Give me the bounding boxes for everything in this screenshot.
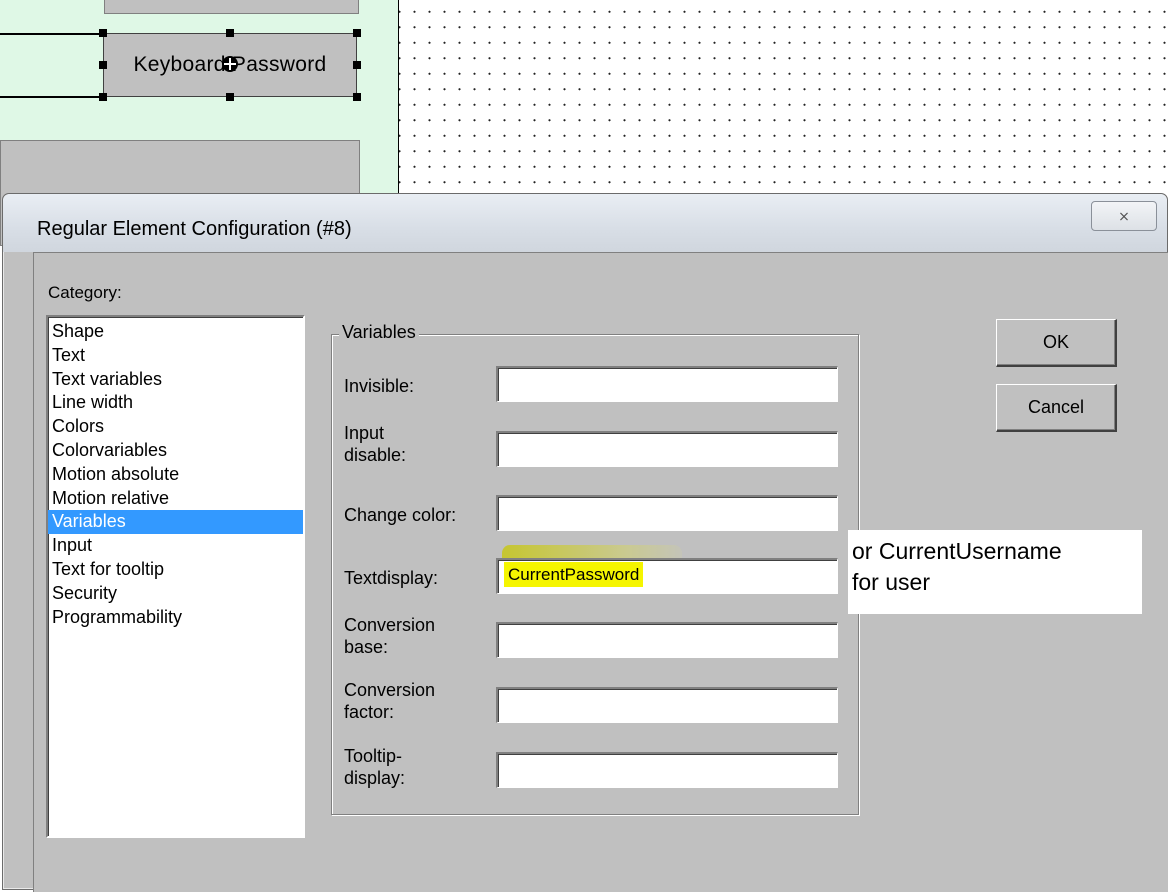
annotation-line2: for user	[852, 569, 930, 595]
input-disable-input[interactable]	[496, 431, 838, 467]
input-disable-label-line2: disable:	[344, 445, 407, 465]
move-cursor-icon	[222, 56, 238, 72]
conversion-base-input[interactable]	[496, 622, 838, 658]
resize-handle-nw[interactable]	[99, 29, 107, 37]
tooltip-display-label-line2: display:	[344, 768, 406, 788]
conversion-factor-label-line2: factor:	[344, 702, 395, 722]
conversion-factor-label: Conversion factor:	[344, 679, 435, 723]
category-item-motion-absolute[interactable]: Motion absolute	[48, 463, 303, 487]
textdisplay-label: Textdisplay:	[344, 568, 439, 588]
resize-handle-ne[interactable]	[353, 29, 361, 37]
category-item-input[interactable]: Input	[48, 534, 303, 558]
tooltip-display-label-line1: Tooltip-	[344, 746, 403, 766]
line-element-bottom[interactable]	[0, 96, 104, 98]
invisible-label: Invisible:	[344, 376, 415, 396]
invisible-input[interactable]	[496, 366, 838, 402]
category-item-motion-relative[interactable]: Motion relative	[48, 487, 303, 511]
variables-group-title: Variables	[339, 322, 419, 343]
line-element-top[interactable]	[0, 33, 104, 35]
dialog-title: Regular Element Configuration (#8)	[37, 218, 352, 240]
category-item-colors[interactable]: Colors	[48, 415, 303, 439]
conversion-base-label-line1: Conversion	[344, 615, 436, 635]
category-item-programmability[interactable]: Programmability	[48, 606, 303, 630]
dialog-titlebar[interactable]: Regular Element Configuration (#8) ⨯	[3, 194, 1167, 252]
conversion-factor-label-line1: Conversion	[344, 680, 436, 700]
textdisplay-value: CurrentPassword	[504, 562, 644, 587]
conversion-base-label: Conversion base:	[344, 614, 435, 658]
ok-button[interactable]: OK	[996, 319, 1117, 367]
category-listbox[interactable]: Shape Text Text variables Line width Col…	[46, 315, 305, 838]
category-item-variables[interactable]: Variables	[48, 510, 303, 535]
close-icon: ⨯	[1118, 208, 1130, 224]
category-label: Category:	[48, 283, 122, 302]
annotation-note: or CurrentUsername for user	[848, 530, 1142, 614]
category-item-colorvariables[interactable]: Colorvariables	[48, 439, 303, 463]
category-item-text[interactable]: Text	[48, 344, 303, 368]
conversion-base-label-line2: base:	[344, 637, 389, 657]
category-item-text-variables[interactable]: Text variables	[48, 368, 303, 392]
change-color-label: Change color:	[344, 505, 457, 525]
close-button[interactable]: ⨯	[1091, 201, 1157, 231]
category-item-line-width[interactable]: Line width	[48, 391, 303, 415]
resize-handle-e[interactable]	[353, 61, 361, 69]
category-item-text-for-tooltip[interactable]: Text for tooltip	[48, 558, 303, 582]
cancel-button[interactable]: Cancel	[996, 384, 1117, 432]
change-color-input[interactable]	[496, 495, 838, 531]
resize-handle-se[interactable]	[353, 93, 361, 101]
category-item-security[interactable]: Security	[48, 582, 303, 606]
tooltip-display-label: Tooltip- display:	[344, 745, 405, 789]
annotation-line1: or CurrentUsername	[852, 538, 1062, 564]
resize-handle-sw[interactable]	[99, 93, 107, 101]
resize-handle-n[interactable]	[226, 29, 234, 37]
conversion-factor-input[interactable]	[496, 687, 838, 723]
resize-handle-w[interactable]	[99, 61, 107, 69]
textdisplay-input[interactable]: CurrentPassword	[496, 558, 838, 594]
input-disable-label-line1: Input	[344, 423, 385, 443]
category-item-shape[interactable]: Shape	[48, 320, 303, 344]
element-above[interactable]	[104, 0, 359, 14]
input-disable-label: Input disable:	[344, 422, 406, 466]
tooltip-display-input[interactable]	[496, 752, 838, 788]
resize-handle-s[interactable]	[226, 93, 234, 101]
